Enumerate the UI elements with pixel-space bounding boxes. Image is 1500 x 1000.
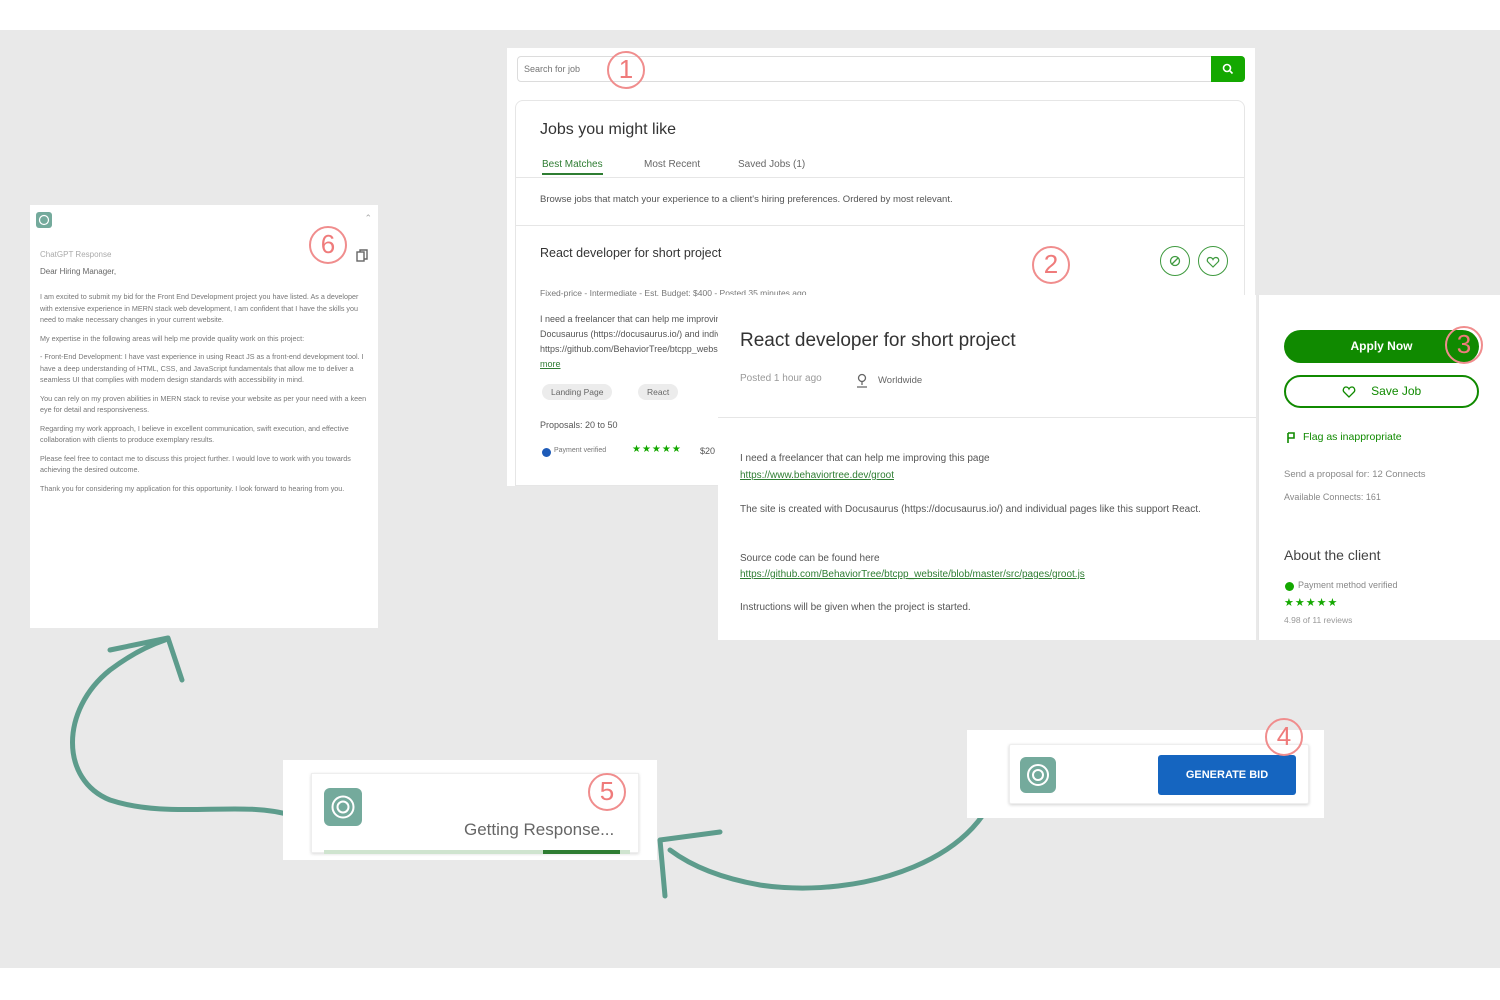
about-client-title: About the client: [1284, 547, 1381, 563]
detail-title: React developer for short project: [740, 330, 1016, 351]
detail-divider: [718, 417, 1256, 418]
response-paragraph: You can rely on my proven abilities in M…: [40, 393, 367, 415]
client-reviews: 4.98 of 11 reviews: [1284, 615, 1353, 625]
copy-icon[interactable]: [356, 249, 368, 263]
response-label: ChatGPT Response: [40, 250, 112, 259]
generate-bid-card: GENERATE BID: [1009, 744, 1309, 804]
detail-paragraph-4: Instructions will be given when the proj…: [740, 602, 971, 613]
tab-saved-jobs[interactable]: Saved Jobs (1): [738, 159, 805, 170]
generate-bid-label: GENERATE BID: [1185, 769, 1269, 781]
detail-posted: Posted 1 hour ago: [740, 373, 822, 384]
tabs-divider: [516, 177, 1244, 178]
connects-available: Available Connects: 161: [1284, 492, 1381, 502]
flag-icon: [1287, 432, 1295, 443]
job-card-spent: $20: [700, 446, 716, 456]
response-paragraph: Regarding my work approach, I believe in…: [40, 423, 349, 445]
response-greeting: Dear Hiring Manager,: [40, 267, 117, 276]
response-paragraph: I am excited to submit my bid for the Fr…: [40, 292, 359, 324]
response-paragraph: - Front-End Development: I have vast exp…: [40, 352, 364, 384]
job-card-desc-2: Docusaurus (https://docusaurus.io/) and …: [540, 329, 730, 339]
detail-paragraph-1: I need a freelancer that can help me imp…: [740, 453, 990, 464]
job-card-payment: Payment verified: [554, 447, 607, 454]
response-body: I am excited to submit my bid for the Fr…: [40, 291, 370, 501]
tab-best-matches[interactable]: Best Matches: [542, 159, 603, 175]
flag-inappropriate-link[interactable]: Flag as inappropriate: [1303, 431, 1402, 443]
client-stars: ★★★★★: [1284, 597, 1339, 609]
location-icon: [857, 373, 867, 388]
generate-bid-panel: GENERATE BID 4: [967, 718, 1324, 818]
dislike-icon: [1169, 255, 1181, 267]
detail-paragraph-3: Source code can be found here: [740, 553, 880, 564]
job-card-more-link[interactable]: more: [540, 359, 561, 369]
tab-most-recent[interactable]: Most Recent: [644, 159, 700, 170]
connects-send: Send a proposal for: 12 Connects: [1284, 469, 1426, 480]
loading-label: Getting Response...: [464, 820, 615, 839]
verified-icon: [542, 448, 551, 457]
jobs-header: Jobs you might like Best Matches Most Re…: [515, 100, 1245, 226]
detail-paragraph-2: The site is created with Docusaurus (htt…: [740, 504, 1201, 515]
chatgpt-logo-icon: [36, 212, 52, 228]
verified-icon: [1285, 582, 1294, 591]
response-paragraph: Please feel free to contact me to discus…: [40, 453, 351, 475]
jobs-description: Browse jobs that match your experience t…: [540, 194, 953, 205]
job-card-desc-1: I need a freelancer that can help me imp…: [540, 314, 730, 324]
tag-react[interactable]: React: [638, 384, 679, 400]
tag-landing-page[interactable]: Landing Page: [542, 384, 613, 400]
step-marker-6: 6: [309, 226, 347, 264]
step-marker-3: 3: [1445, 326, 1483, 364]
response-paragraph: Thank you for considering my application…: [40, 483, 345, 493]
heart-icon: [1206, 256, 1220, 268]
loading-progress-fill: [543, 850, 620, 854]
step-marker-4: 4: [1265, 718, 1303, 756]
job-card-title[interactable]: React developer for short project: [540, 246, 721, 260]
heart-icon: [1342, 386, 1356, 399]
response-panel: ⌃ 6 ChatGPT Response Dear Hiring Manager…: [30, 205, 378, 628]
client-payment-verified: Payment method verified: [1298, 580, 1398, 590]
apply-now-label: Apply Now: [1350, 339, 1413, 353]
save-heart-button[interactable]: [1198, 246, 1228, 276]
arrow-5-to-6-head: [107, 635, 185, 683]
job-detail-panel: React developer for short project Posted…: [718, 295, 1256, 640]
loading-panel: Getting Response... 5: [283, 760, 657, 860]
search-button[interactable]: [1211, 56, 1245, 82]
dislike-button[interactable]: [1160, 246, 1190, 276]
chatgpt-logo-icon: [1020, 757, 1056, 793]
collapse-icon[interactable]: ⌃: [364, 213, 372, 224]
step-marker-1: 1: [607, 51, 645, 89]
step-marker-5: 5: [588, 773, 626, 811]
detail-link-1[interactable]: https://www.behaviortree.dev/groot: [740, 470, 894, 481]
job-card-desc-3: https://github.com/BehaviorTree/btcpp_we…: [540, 344, 728, 354]
save-job-label: Save Job: [1371, 384, 1422, 398]
apply-sidebar: Apply Now Save Job Flag as inappropriate…: [1258, 295, 1500, 640]
arrow-4-to-5: [667, 767, 1003, 891]
step-marker-2: 2: [1032, 246, 1070, 284]
detail-link-2[interactable]: https://github.com/BehaviorTree/btcpp_we…: [740, 569, 1085, 580]
loading-progress-track: [324, 850, 630, 854]
jobs-title: Jobs you might like: [540, 121, 677, 138]
search-icon: [1222, 63, 1234, 75]
generate-bid-button[interactable]: GENERATE BID: [1158, 755, 1296, 795]
detail-location: Worldwide: [878, 375, 923, 386]
response-paragraph: My expertise in the following areas will…: [40, 333, 305, 343]
chatgpt-logo-icon: [324, 788, 362, 826]
job-card-proposals: Proposals: 20 to 50: [540, 420, 618, 430]
save-job-button[interactable]: Save Job: [1284, 375, 1479, 408]
job-card-stars: ★★★★★: [632, 444, 682, 455]
